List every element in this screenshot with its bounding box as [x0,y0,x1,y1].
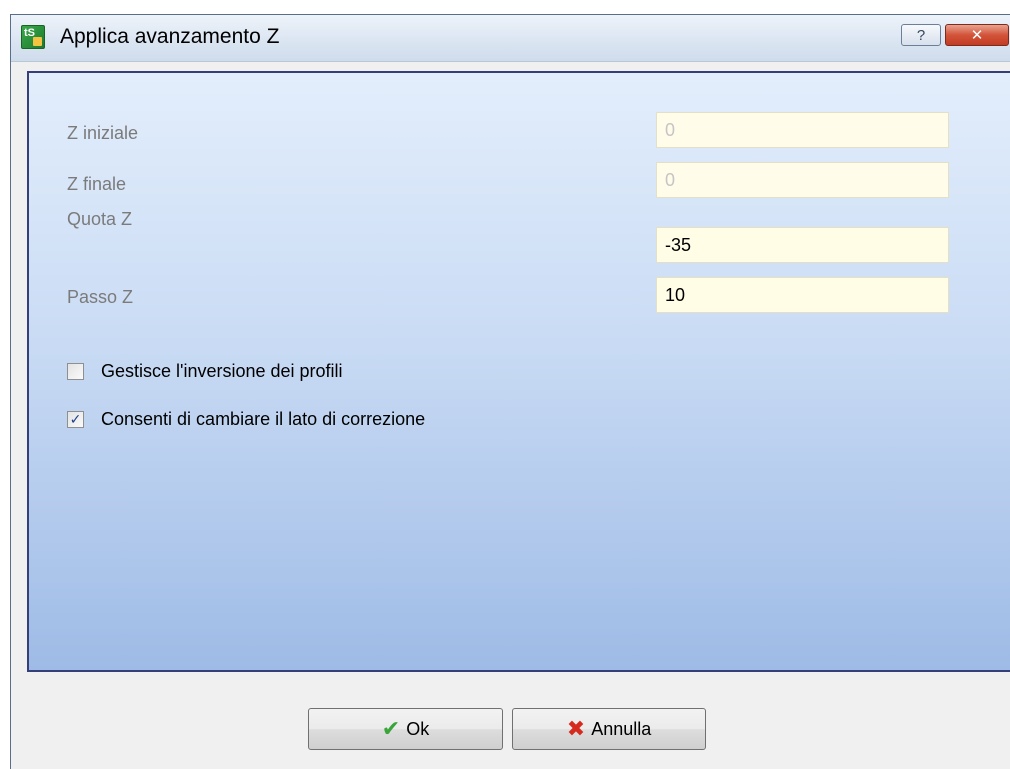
z-iniziale-input[interactable] [656,112,949,148]
cambiare-lato-checkbox[interactable]: ✓ [67,410,84,428]
close-button[interactable]: ✕ [945,24,1009,46]
title-bar[interactable]: tS Applica avanzamento Z ? ✕ [11,15,1010,62]
checkmark-icon: ✓ [69,411,82,427]
z-finale-input[interactable] [656,162,949,198]
window-title: Applica avanzamento Z [60,25,280,48]
ok-button[interactable]: ✔ Ok [308,708,503,750]
close-icon: ✕ [970,27,984,44]
gestisce-inversione-checkbox[interactable] [67,362,84,380]
cancel-button-label: Annulla [591,718,652,739]
passo-z-label: Passo Z [67,287,134,307]
cambiare-lato-label: Consenti di cambiare il lato di correzio… [101,408,426,429]
cambiare-lato-option[interactable]: ✓ Consenti di cambiare il lato di correz… [67,408,425,430]
ok-button-label: Ok [406,718,430,739]
help-button[interactable]: ? [901,24,941,46]
dialog-window: tS Applica avanzamento Z ? ✕ Z iniziale … [10,14,1010,769]
quota-z-label: Quota Z [67,209,133,229]
cancel-button[interactable]: ✖ Annulla [512,708,706,750]
gestisce-inversione-option[interactable]: Gestisce l'inversione dei profili [67,360,343,382]
gestisce-inversione-label: Gestisce l'inversione dei profili [101,360,343,381]
cross-icon: ✖ [566,716,586,741]
z-finale-label: Z finale [67,174,127,194]
help-icon: ? [916,26,926,44]
z-iniziale-label: Z iniziale [67,123,139,143]
app-icon: tS [21,25,45,49]
passo-z-input[interactable] [656,277,949,313]
check-icon: ✔ [381,716,401,741]
quota-z-input[interactable] [656,227,949,263]
parameters-panel: Z iniziale Z finale Quota Z Passo Z Gest… [27,71,1010,672]
